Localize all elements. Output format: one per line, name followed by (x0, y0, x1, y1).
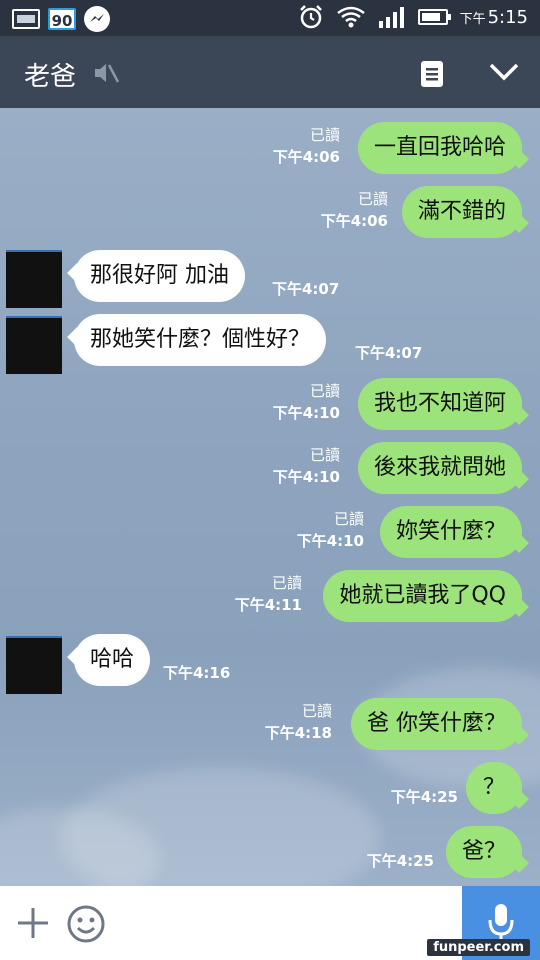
message-time: 下午4:25 (366, 852, 434, 870)
message-bubble-sent[interactable]: 我也不知道阿 (357, 378, 522, 430)
message-bubble-sent[interactable]: 滿不錯的 (401, 186, 522, 238)
message-time: 下午4:06 (320, 212, 388, 230)
message-time: 下午4:10 (296, 532, 364, 550)
message-bubble-received[interactable]: 那很好阿 加油 (74, 250, 245, 302)
read-receipt: 已讀 (309, 382, 340, 400)
message-time: 下午4:11 (234, 596, 302, 614)
message-bubble-received[interactable]: 哈哈 (74, 634, 151, 686)
message-bubble-sent[interactable]: 爸 你笑什麼？ (351, 698, 522, 750)
message-time: 下午4:06 (272, 148, 340, 166)
avatar[interactable] (6, 636, 62, 694)
message-time: 下午4:10 (272, 468, 340, 486)
chat-area[interactable]: 已讀 下午4:06 一直回我哈哈 已讀 下午4:06 滿不錯的 那很好阿 加油 … (0, 108, 540, 886)
message-time: 下午4:18 (264, 724, 332, 742)
battery-icon (417, 9, 451, 25)
message-bubble-sent[interactable]: ？ (466, 762, 522, 814)
message-bubble-received[interactable]: 那她笑什麼？個性好？ (74, 314, 327, 366)
mute-icon (95, 64, 120, 83)
read-receipt: 已讀 (301, 702, 332, 720)
notes-icon[interactable] (420, 60, 444, 88)
gallery-icon (12, 9, 40, 29)
avatar[interactable] (6, 250, 62, 308)
message-time: 下午4:16 (163, 664, 231, 682)
read-receipt: 已讀 (309, 446, 340, 464)
read-receipt: 已讀 (271, 574, 302, 592)
read-receipt: 已讀 (309, 126, 340, 144)
chat-header: 老爸 (0, 36, 540, 108)
chevron-down-icon[interactable] (488, 62, 520, 82)
status-bar: 90 下午 5:15 (0, 0, 540, 36)
read-receipt: 已讀 (333, 510, 364, 528)
notification-badge: 90 (48, 8, 76, 30)
message-time: 下午4:10 (272, 404, 340, 422)
message-bubble-sent[interactable]: 爸？ (445, 826, 522, 878)
messenger-icon (84, 6, 110, 32)
message-bubble-sent[interactable]: 後來我就問她 (357, 442, 522, 494)
plus-icon[interactable] (14, 904, 52, 942)
wifi-icon (336, 6, 365, 28)
message-bubble-sent[interactable]: 一直回我哈哈 (357, 122, 522, 174)
chat-title[interactable]: 老爸 (24, 56, 76, 93)
message-time: 下午4:07 (272, 280, 340, 298)
watermark: funpeer.com (427, 939, 530, 956)
avatar[interactable] (6, 316, 62, 374)
signal-icon (378, 7, 404, 28)
alarm-icon (299, 5, 322, 29)
message-bubble-sent[interactable]: 妳笑什麼？ (379, 506, 522, 558)
smile-icon[interactable] (66, 904, 106, 944)
status-clock: 下午 5:15 (459, 6, 528, 28)
message-time: 下午4:07 (355, 344, 423, 362)
mic-icon (488, 904, 514, 942)
message-bubble-sent[interactable]: 她就已讀我了QQ (323, 570, 522, 622)
read-receipt: 已讀 (357, 190, 388, 208)
input-bar: funpeer.com (0, 886, 540, 960)
message-time: 下午4:25 (390, 788, 458, 806)
